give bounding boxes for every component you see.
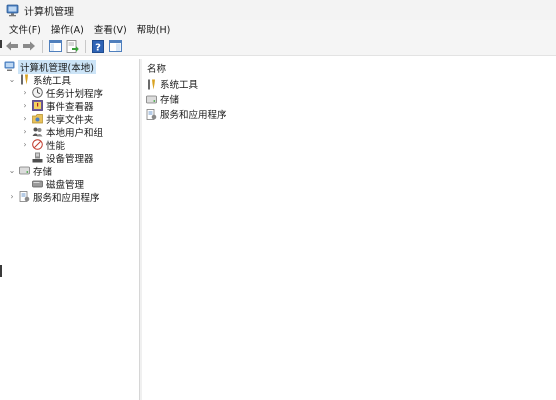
tree-item-shared-folders[interactable]: › 共享文件夹: [21, 112, 94, 126]
list-item-label: 系统工具: [160, 80, 199, 91]
column-header-label: 名称: [147, 63, 167, 75]
tree-item-disk-management[interactable]: 磁盘管理: [32, 177, 85, 191]
export-list-button[interactable]: [64, 39, 80, 53]
show-hide-tree-button[interactable]: [47, 39, 63, 53]
navigation-tree: 计算机管理(本地) ⌄ 系统工具 › 任务计划程序 › 事件查看器 › 共享文件…: [0, 59, 140, 400]
clock-icon: [32, 87, 43, 98]
tree-label: 计算机管理(本地): [18, 59, 96, 74]
tree-label: 磁盘管理: [46, 179, 85, 191]
list-item-label: 存储: [160, 95, 180, 106]
storage-icon: [19, 165, 30, 176]
chevron-right-icon[interactable]: ›: [21, 99, 29, 112]
properties-button[interactable]: [107, 39, 123, 53]
tree-item-performance[interactable]: › 性能: [21, 138, 66, 152]
toolbar-separator: [42, 39, 43, 53]
tree-label: 服务和应用程序: [33, 192, 100, 204]
help-button[interactable]: ?: [90, 39, 106, 53]
menu-view[interactable]: 查看(V): [89, 22, 132, 36]
device-manager-icon: [32, 152, 43, 163]
list-item-system-tools[interactable]: 系统工具: [146, 77, 198, 91]
toolbar: ?: [0, 37, 556, 56]
tree-item-root[interactable]: 计算机管理(本地): [4, 59, 96, 74]
tree-label: 共享文件夹: [46, 114, 94, 126]
svg-text:?: ?: [95, 42, 101, 53]
tree-label: 事件查看器: [46, 101, 94, 113]
chevron-right-icon[interactable]: ›: [21, 112, 29, 125]
properties-icon: [108, 40, 122, 52]
computer-management-icon: [4, 61, 15, 72]
tree-item-local-users-groups[interactable]: › 本地用户和组: [21, 125, 104, 139]
column-header-name[interactable]: 名称: [142, 59, 556, 76]
tree-item-system-tools[interactable]: ⌄ 系统工具: [8, 73, 72, 87]
forward-button[interactable]: [21, 39, 37, 53]
tree-item-services-applications[interactable]: › 服务和应用程序: [8, 190, 100, 204]
toolbar-separator: [85, 39, 86, 53]
chevron-right-icon[interactable]: ›: [21, 125, 29, 138]
tree-item-event-viewer[interactable]: › 事件查看器: [21, 99, 94, 113]
tree-label: 本地用户和组: [46, 127, 104, 139]
shared-folder-icon: [32, 113, 43, 124]
disk-icon: [32, 178, 43, 189]
chevron-right-icon[interactable]: ›: [21, 138, 29, 151]
list-item-services-applications[interactable]: 服务和应用程序: [146, 107, 227, 121]
window-edge-mark: [0, 265, 2, 277]
show-tree-icon: [48, 40, 62, 52]
chevron-right-icon[interactable]: ›: [8, 190, 16, 203]
tree-label: 系统工具: [33, 75, 72, 87]
tools-icon: [146, 79, 157, 90]
list-item-label: 服务和应用程序: [160, 110, 227, 121]
back-arrow-icon: [6, 41, 18, 51]
storage-icon: [146, 94, 157, 105]
tree-label: 任务计划程序: [46, 88, 104, 100]
performance-icon: [32, 139, 43, 150]
export-list-icon: [66, 39, 79, 53]
event-viewer-icon: [32, 100, 43, 111]
computer-management-icon: [6, 4, 19, 17]
chevron-down-icon[interactable]: ⌄: [8, 73, 16, 86]
chevron-down-icon[interactable]: ⌄: [8, 164, 16, 177]
services-icon: [146, 108, 157, 120]
tree-item-device-manager[interactable]: 设备管理器: [32, 151, 94, 165]
title-bar: 计算机管理: [0, 0, 556, 20]
tree-label: 性能: [46, 140, 66, 152]
help-icon: ?: [92, 39, 104, 53]
menu-bar: 文件(F) 操作(A) 查看(V) 帮助(H): [0, 20, 556, 37]
content-list: 名称 系统工具 存储 服务和应用程序: [142, 59, 556, 400]
tools-icon: [19, 74, 30, 85]
services-icon: [19, 191, 30, 202]
chevron-right-icon[interactable]: ›: [21, 86, 29, 99]
window-edge-mark: [0, 40, 2, 48]
window-title: 计算机管理: [24, 6, 74, 18]
tree-label: 存储: [33, 166, 53, 178]
tree-item-storage[interactable]: ⌄ 存储: [8, 164, 53, 178]
list-item-storage[interactable]: 存储: [146, 92, 179, 106]
back-button[interactable]: [4, 39, 20, 53]
tree-item-task-scheduler[interactable]: › 任务计划程序: [21, 86, 104, 100]
users-icon: [32, 126, 43, 137]
menu-action[interactable]: 操作(A): [46, 22, 89, 36]
menu-file[interactable]: 文件(F): [4, 22, 46, 36]
tree-label: 设备管理器: [46, 153, 94, 165]
forward-arrow-icon: [23, 41, 35, 51]
menu-help[interactable]: 帮助(H): [132, 22, 176, 36]
